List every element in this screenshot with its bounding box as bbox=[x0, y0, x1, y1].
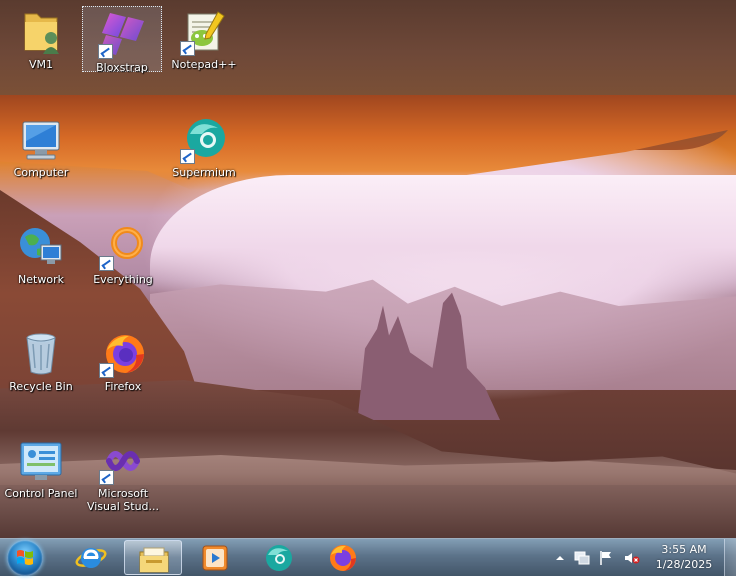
clock-time: 3:55 AM bbox=[661, 543, 707, 556]
desktop-icon-label: Microsoft Visual Stud... bbox=[86, 487, 160, 513]
media-player-icon bbox=[202, 545, 228, 571]
desktop-icon-label: Computer bbox=[13, 166, 69, 179]
desktop-icon-label: Everything bbox=[93, 273, 153, 286]
desktop-icon-visual-studio[interactable]: Microsoft Visual Stud... bbox=[82, 433, 164, 533]
network-icon bbox=[17, 223, 65, 271]
desktop-icon-label: Firefox bbox=[104, 380, 142, 393]
shortcut-arrow-icon bbox=[98, 44, 113, 59]
desktop-icon-label: Supermium bbox=[172, 166, 236, 179]
internet-explorer-icon bbox=[75, 548, 107, 568]
notepad-plus-plus-icon bbox=[180, 8, 228, 56]
recycle-bin-icon bbox=[17, 330, 65, 378]
desktop-icon-network[interactable]: Network bbox=[0, 219, 82, 319]
desktop-icon-everything[interactable]: Everything bbox=[82, 219, 164, 319]
volume-muted-icon[interactable] bbox=[624, 550, 640, 566]
desktop-icon-control-panel[interactable]: Control Panel bbox=[0, 433, 82, 533]
desktop-icon-label: Bloxstrap bbox=[96, 61, 148, 74]
desktop-icon-label: Recycle Bin bbox=[9, 380, 73, 393]
everything-search-icon bbox=[99, 223, 147, 271]
supermium-icon bbox=[180, 116, 228, 164]
taskbar-clock[interactable]: 3:55 AM 1/28/2025 bbox=[648, 542, 720, 572]
desktop-icon-firefox[interactable]: Firefox bbox=[82, 326, 164, 426]
shortcut-arrow-icon bbox=[180, 149, 195, 164]
taskbar-supermium[interactable] bbox=[250, 540, 308, 575]
clock-date: 1/28/2025 bbox=[655, 558, 713, 571]
taskbar-media-player[interactable] bbox=[186, 540, 244, 575]
folder-user-icon bbox=[17, 8, 65, 56]
control-panel-icon bbox=[17, 437, 65, 485]
supermium-icon bbox=[266, 545, 292, 571]
show-desktop-button[interactable] bbox=[724, 539, 736, 576]
windows-logo-icon bbox=[17, 550, 33, 565]
computer-icon bbox=[17, 116, 65, 164]
show-hidden-icons-arrow[interactable] bbox=[552, 550, 568, 566]
visual-studio-icon bbox=[99, 437, 147, 485]
desktop[interactable]: VM1 Computer Network Recycle Bin Control… bbox=[0, 0, 736, 538]
desktop-icon-recycle-bin[interactable]: Recycle Bin bbox=[0, 326, 82, 426]
shortcut-arrow-icon bbox=[180, 41, 195, 56]
bloxstrap-icon bbox=[98, 11, 146, 59]
taskbar: 3:55 AM 1/28/2025 bbox=[0, 538, 736, 576]
system-tray bbox=[548, 539, 648, 576]
shortcut-arrow-icon bbox=[99, 470, 114, 485]
shortcut-arrow-icon bbox=[99, 363, 114, 378]
desktop-icon-computer[interactable]: Computer bbox=[0, 112, 82, 212]
desktop-icon-label: Network bbox=[18, 273, 64, 286]
start-button[interactable] bbox=[7, 540, 43, 576]
desktop-icon-label: Control Panel bbox=[4, 487, 78, 500]
desktop-icon-supermium[interactable]: Supermium bbox=[163, 112, 245, 212]
network-status-icon[interactable] bbox=[574, 550, 590, 566]
action-center-flag-icon[interactable] bbox=[598, 550, 614, 566]
taskbar-windows-explorer[interactable] bbox=[124, 540, 182, 575]
firefox-icon bbox=[330, 545, 356, 571]
desktop-icon-label: VM1 bbox=[28, 58, 53, 71]
desktop-icon-notepad-plus-plus[interactable]: Notepad++ bbox=[163, 4, 245, 104]
folder-library-icon bbox=[139, 547, 169, 573]
taskbar-internet-explorer[interactable] bbox=[62, 540, 120, 575]
desktop-icon-label: Notepad++ bbox=[171, 58, 237, 71]
desktop-icon-vm1[interactable]: VM1 bbox=[0, 4, 82, 104]
desktop-icon-bloxstrap[interactable]: Bloxstrap bbox=[82, 6, 162, 74]
firefox-icon bbox=[99, 330, 147, 378]
taskbar-firefox[interactable] bbox=[314, 540, 372, 575]
shortcut-arrow-icon bbox=[99, 256, 114, 271]
